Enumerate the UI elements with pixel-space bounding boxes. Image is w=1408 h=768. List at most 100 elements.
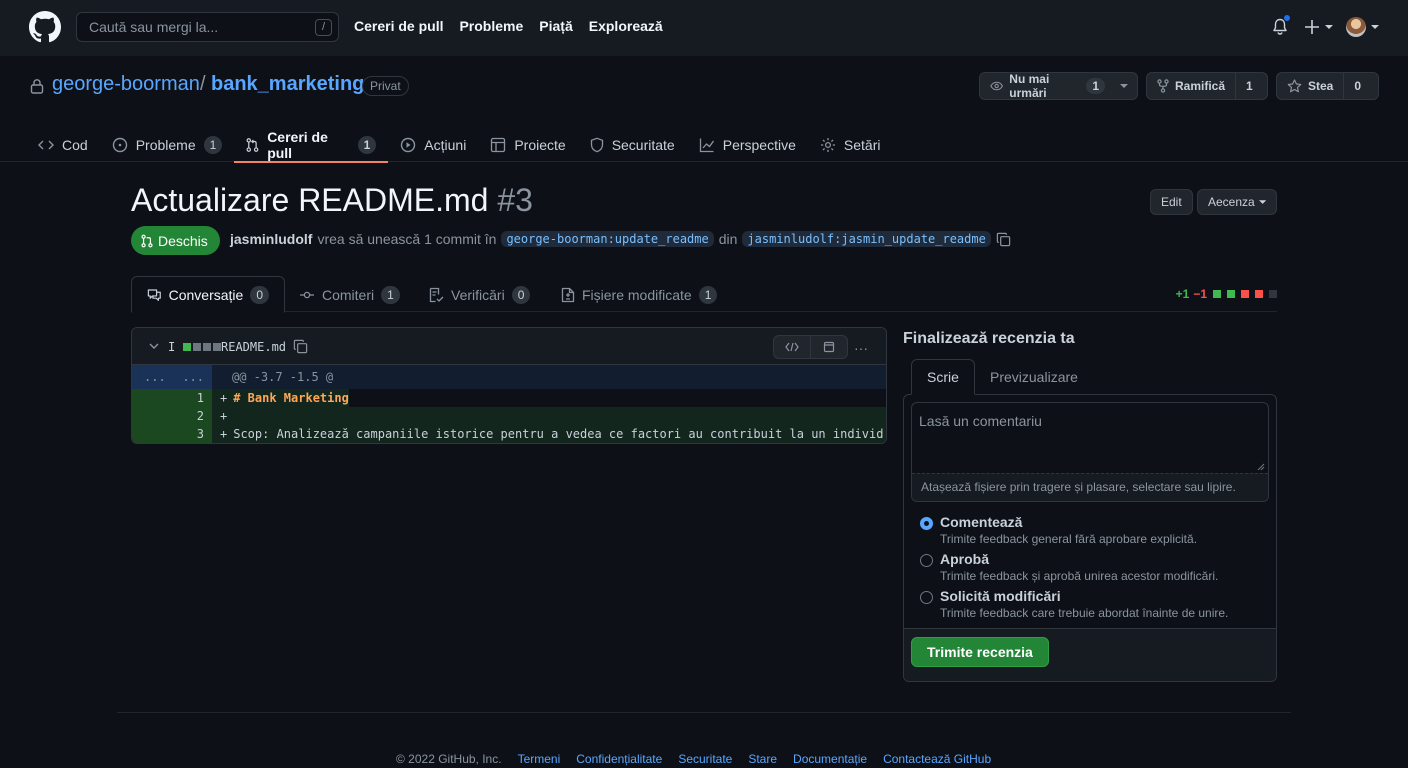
repo-nav: Cod Probleme 1 Cereri de pull 1 Acțiuni … [38, 128, 893, 163]
review-form: Lasă un comentariu Atașează fișiere prin… [903, 394, 1277, 682]
comment-placeholder: Lasă un comentariu [919, 413, 1042, 429]
line-number[interactable]: 2 [172, 407, 212, 425]
search-input[interactable]: Caută sau mergi la... / [76, 12, 339, 42]
radio-request-changes[interactable] [920, 591, 933, 604]
footer-link-docs[interactable]: Documentație [793, 752, 867, 766]
file-diff-icon [561, 287, 575, 302]
line-number[interactable]: 3 [172, 425, 212, 443]
diffstat-block-removed [1255, 290, 1263, 298]
tab-files-changed[interactable]: Fișiere modificate 1 [546, 276, 732, 313]
chevron-down-icon[interactable] [1370, 24, 1380, 30]
nav-issues[interactable]: Probleme [459, 18, 523, 34]
star-icon [1287, 79, 1302, 93]
diffstat-deletions: −1 [1193, 287, 1207, 301]
nav-pull-requests[interactable]: Cereri de pull [354, 18, 443, 34]
footer-link-privacy[interactable]: Confidențialitate [576, 752, 662, 766]
file-header: I README.md ··· [132, 328, 886, 365]
diff-line-text [227, 407, 886, 425]
tab-commits[interactable]: Comiteri 1 [284, 276, 415, 313]
source-diff-button[interactable] [774, 336, 810, 358]
tab-pull-requests-count: 1 [357, 136, 377, 154]
tab-conversation-label: Conversație [168, 286, 244, 303]
tab-checks[interactable]: Verificări 0 [413, 276, 545, 313]
fork-label: Ramifică [1175, 79, 1226, 93]
pr-meta-text: vrea să unească 1 commit în [317, 231, 497, 247]
pr-author-link[interactable]: jasminludolf [230, 231, 312, 247]
nav-marketplace[interactable]: Piață [539, 18, 572, 34]
view-toggle [773, 335, 848, 359]
comment-textarea[interactable]: Lasă un comentariu Atașează fișiere prin… [911, 402, 1269, 502]
tab-code[interactable]: Cod [38, 128, 100, 162]
star-button[interactable]: Stea 0 [1276, 72, 1379, 100]
submit-review-button[interactable]: Trimite recenzia [911, 637, 1049, 667]
issue-icon [112, 137, 127, 153]
nav-explore[interactable]: Explorează [589, 18, 663, 34]
base-branch[interactable]: george-boorman:update_readme [501, 231, 714, 247]
review-option-request-changes[interactable]: Solicită modificări Trimite feedback car… [920, 587, 1228, 621]
repo-header: george-boorman / bank_marketing Privat N… [0, 56, 1408, 163]
option-title: Comentează [940, 514, 1023, 530]
tab-preview[interactable]: Previzualizare [975, 359, 1093, 395]
tab-projects[interactable]: Proiecte [478, 128, 577, 162]
chevron-down-icon[interactable] [149, 343, 159, 349]
repo-owner-link[interactable]: george-boorman [52, 73, 200, 96]
copy-icon[interactable] [996, 232, 1011, 247]
diffstat-block-added [1227, 290, 1235, 298]
play-icon [401, 137, 416, 153]
diff-line: 3 + Scop: Analizează campaniile istorice… [132, 425, 886, 443]
head-branch[interactable]: jasminludolf:jasmin_update_readme [742, 231, 991, 247]
review-option-approve[interactable]: Aprobă Trimite feedback și aprobă unirea… [920, 550, 1218, 584]
rich-diff-button[interactable] [810, 336, 847, 358]
radio-comment[interactable] [920, 517, 933, 530]
file-diffstat-neutral [193, 343, 201, 351]
line-number[interactable]: 1 [172, 389, 212, 407]
star-count: 0 [1354, 79, 1362, 93]
diff-line: 2 + [132, 407, 886, 425]
diffstat-block-removed [1241, 290, 1249, 298]
hunk-expand-right[interactable]: ... [172, 365, 212, 389]
footer-link-status[interactable]: Stare [748, 752, 777, 766]
file-name[interactable]: README.md [221, 340, 286, 354]
edit-button[interactable]: Edit [1150, 189, 1193, 215]
tab-issues-label: Probleme [135, 137, 196, 153]
watch-count: 1 [1086, 78, 1105, 94]
line-number-old [132, 407, 172, 425]
footer-link-security[interactable]: Securitate [678, 752, 732, 766]
watch-button[interactable]: Nu mai urmări 1 [979, 72, 1138, 100]
visibility-badge: Privat [362, 76, 409, 96]
tab-issues[interactable]: Probleme 1 [100, 128, 235, 162]
tab-settings[interactable]: Setări [808, 128, 893, 162]
page-title: Actualizare README.md #3 [131, 182, 533, 219]
tab-conversation[interactable]: Conversație 0 [131, 276, 285, 313]
tab-files-changed-label: Fișiere modificate [582, 286, 692, 303]
chevron-down-icon [1258, 199, 1266, 204]
code-dropdown-button[interactable]: Aecenza [1197, 189, 1277, 215]
tab-write[interactable]: Scrie [911, 359, 975, 395]
pr-title-text: Actualizare README.md [131, 182, 489, 218]
resize-handle-icon[interactable] [1257, 463, 1265, 471]
tab-pull-requests[interactable]: Cereri de pull 1 [234, 128, 389, 163]
hunk-expand-left[interactable]: ... [132, 365, 172, 389]
tab-security[interactable]: Securitate [578, 128, 687, 162]
status-label: Deschis [158, 232, 208, 249]
attach-files-area[interactable]: Atașează fișiere prin tragere și plasare… [912, 473, 1268, 501]
footer-link-terms[interactable]: Termeni [518, 752, 561, 766]
copy-icon[interactable] [293, 339, 308, 354]
footer-divider [117, 712, 1291, 713]
plus-icon[interactable] [1304, 18, 1334, 36]
radio-approve[interactable] [920, 554, 933, 567]
tab-insights[interactable]: Perspective [687, 128, 808, 162]
fork-button[interactable]: Ramifică 1 [1146, 72, 1268, 100]
avatar[interactable] [1346, 17, 1366, 37]
diff-line-text: Scop: Analizează campaniile istorice pen… [227, 425, 886, 443]
tab-actions[interactable]: Acțiuni [388, 128, 478, 162]
checklist-icon [429, 287, 444, 302]
tab-conversation-count: 0 [250, 285, 269, 304]
search-placeholder: Caută sau mergi la... [89, 19, 219, 35]
review-option-comment[interactable]: Comentează Trimite feedback general fără… [920, 513, 1197, 547]
github-logo-icon[interactable] [29, 11, 61, 43]
kebab-horizontal-icon[interactable]: ··· [854, 340, 868, 356]
footer-link-contact[interactable]: Contactează GitHub [883, 752, 991, 766]
option-title: Aprobă [940, 551, 989, 567]
repo-name-link[interactable]: bank_marketing [211, 73, 364, 96]
